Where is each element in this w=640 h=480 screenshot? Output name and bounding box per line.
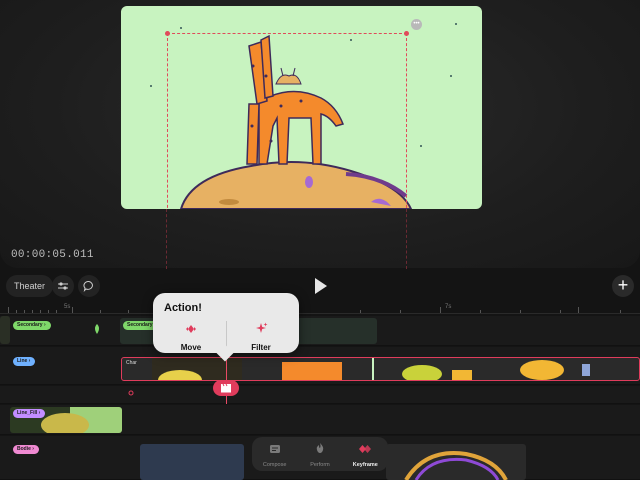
move-label: Move: [180, 343, 202, 352]
play-icon[interactable]: [313, 277, 329, 295]
filter-label: Filter: [251, 343, 271, 352]
nav-keyframe[interactable]: Keyframe: [345, 441, 385, 468]
selected-clip[interactable]: Char: [121, 357, 640, 381]
clip-thumbnail: [404, 451, 508, 480]
selection-handle-top-right[interactable]: [404, 31, 409, 36]
track-pill-line-fill[interactable]: Line_Fill ›: [13, 409, 46, 418]
action-popover: Action! Move Filter: [153, 293, 299, 353]
track-secondary[interactable]: Secondary › Secondary ›: [0, 316, 640, 346]
nav-compose[interactable]: Compose: [255, 441, 295, 468]
nav-perform-label: Perform: [310, 461, 330, 468]
selection-handle-top-left[interactable]: [165, 31, 170, 36]
selection-box[interactable]: [165, 31, 409, 209]
add-button[interactable]: +: [612, 275, 634, 297]
bottom-mode-bar: Compose Perform Keyframe: [252, 437, 388, 471]
timecode: 00:00:05.011: [11, 249, 94, 261]
compose-icon: [269, 444, 280, 453]
ruler-label-7s: 7s: [445, 304, 452, 310]
clip-thumbnails: [152, 358, 590, 380]
comment-button[interactable]: [78, 275, 100, 297]
clip[interactable]: [0, 316, 10, 344]
adjust-button[interactable]: [52, 275, 74, 297]
nav-perform[interactable]: Perform: [300, 441, 340, 468]
leaf-icon: [95, 324, 99, 334]
keyframe-icon: [359, 444, 372, 453]
popover-divider: [226, 321, 227, 347]
track-pill-line[interactable]: Line ›: [13, 357, 36, 366]
speech-bubble-icon: [83, 280, 93, 292]
timeline-ruler[interactable]: 5s 7s: [0, 300, 640, 314]
track-line[interactable]: Line › Char: [0, 347, 640, 385]
theater-button[interactable]: Theater: [6, 275, 54, 297]
track-line-fill[interactable]: Line_Fill ›: [0, 405, 640, 435]
popover-title: Action!: [164, 302, 202, 314]
sparkles-icon: [256, 322, 268, 333]
diamond-arrows-icon: [186, 325, 196, 333]
sliders-icon: [58, 282, 68, 290]
flame-icon: [316, 442, 324, 453]
nav-keyframe-label: Keyframe: [352, 461, 378, 468]
keyframe-button[interactable]: [213, 380, 239, 396]
link-icon: [128, 390, 134, 396]
playback-toolbar: Theater +: [0, 272, 640, 300]
ruler-label-5s: 5s: [64, 304, 71, 310]
nav-compose-label: Compose: [262, 461, 287, 468]
clip[interactable]: [386, 444, 526, 480]
more-icon[interactable]: •••: [411, 19, 422, 30]
guide-line-right: [406, 209, 407, 269]
guide-line-left: [166, 209, 167, 269]
filter-action-button[interactable]: Filter: [231, 321, 291, 352]
move-action-button[interactable]: Move: [161, 321, 221, 352]
track-spacer: [0, 386, 640, 404]
track-pill-bodie[interactable]: Bodie ›: [13, 445, 39, 454]
track-pill-secondary[interactable]: Secondary ›: [13, 321, 51, 330]
clapper-icon: [221, 383, 231, 393]
preview-area: ••• 00:00:05.011: [0, 0, 640, 269]
preview-canvas[interactable]: •••: [121, 6, 482, 209]
clip[interactable]: [140, 444, 244, 480]
